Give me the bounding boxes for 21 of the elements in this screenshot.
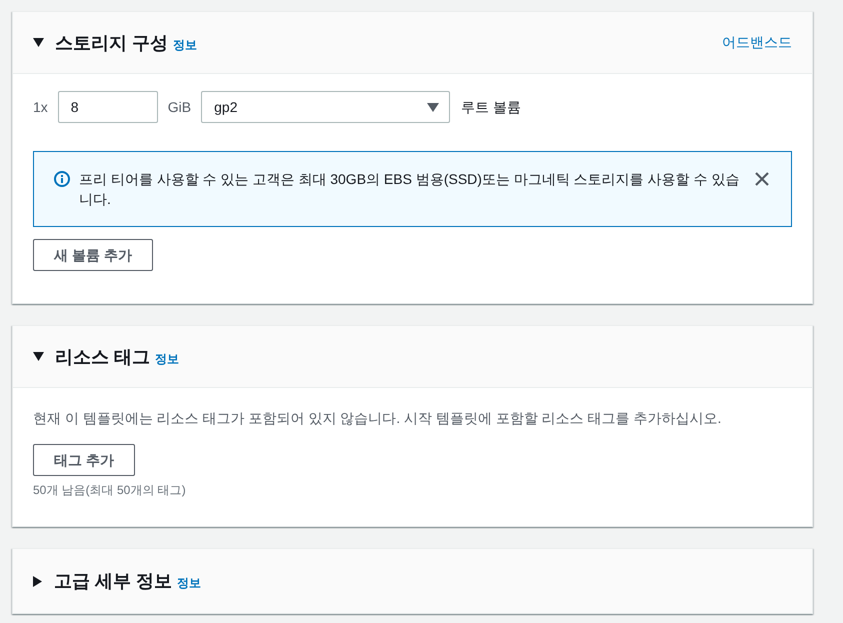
advanced-link[interactable]: 어드밴스드 [722, 32, 792, 53]
count-label: 1x [33, 98, 48, 116]
section-title: 스토리지 구성 [55, 32, 168, 54]
volume-type-select[interactable]: gp2 [201, 91, 450, 123]
caret-down-icon [427, 102, 440, 112]
unit-label: GiB [168, 98, 192, 116]
tag-limit-hint: 50개 남음(최대 50개의 태그) [33, 482, 187, 498]
info-link[interactable]: 정보 [155, 350, 180, 368]
section-description: 현재 이 템플릿에는 리소스 태그가 포함되어 있지 않습니다. 시작 템플릿에 포함할 리소스 태그를 추가하십시오. [33, 409, 722, 428]
size-input[interactable]: 8 [58, 91, 158, 123]
info-link[interactable]: 정보 [173, 36, 198, 54]
section-title: 리소스 태그 [55, 346, 150, 368]
volume-label: 루트 볼륨 [461, 98, 522, 116]
add-button[interactable]: 태그 추가 [33, 444, 135, 476]
close-icon [754, 171, 770, 187]
close-button[interactable] [754, 171, 770, 187]
add-button[interactable]: 새 볼륨 추가 [33, 239, 153, 271]
section-title: 고급 세부 정보 [54, 570, 172, 593]
info-link[interactable]: 정보 [177, 574, 202, 592]
alert-message: 프리 티어를 사용할 수 있는 고객은 최대 30GB의 EBS 범용(SSD)또는 마그네틱 스토리지를 사용할 수 있습니다. [79, 170, 740, 209]
info-icon [54, 171, 70, 187]
